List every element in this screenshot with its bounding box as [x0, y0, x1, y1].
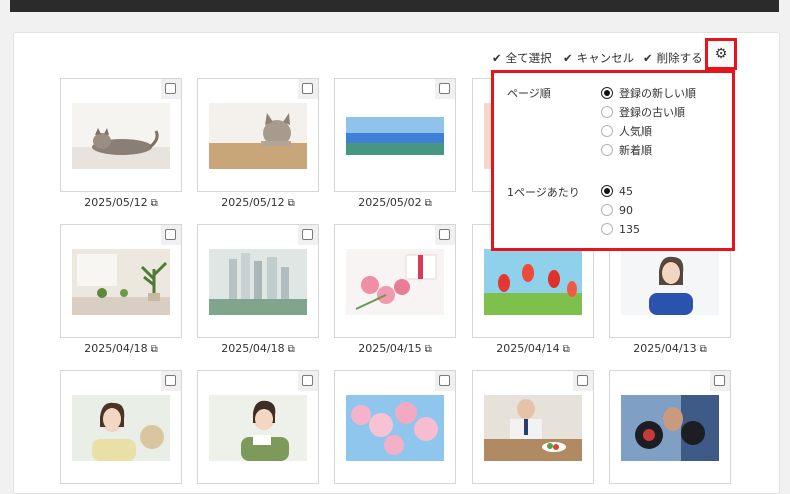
external-link-icon[interactable]: ⧉ — [288, 198, 295, 209]
order-option-oldest[interactable]: 登録の古い順 — [601, 104, 685, 119]
thumbnail-boxing[interactable] — [621, 395, 719, 461]
image-card[interactable] — [472, 370, 594, 484]
external-link-icon[interactable]: ⧉ — [151, 344, 158, 355]
upload-date: 2025/04/18 ⧉ — [84, 342, 158, 355]
per-page-option-45[interactable]: 45 — [601, 185, 633, 199]
radio[interactable] — [601, 204, 613, 216]
image-card[interactable] — [334, 224, 456, 338]
select-checkbox[interactable] — [161, 225, 181, 245]
upload-date: 2025/04/13 ⧉ — [633, 342, 707, 355]
radio[interactable] — [601, 223, 613, 235]
thumbnail-man-eating[interactable] — [484, 395, 582, 461]
image-card[interactable] — [334, 78, 456, 192]
external-link-icon[interactable]: ⧉ — [425, 344, 432, 355]
thumbnail-cherry-blossoms[interactable] — [346, 395, 444, 461]
select-checkbox[interactable] — [298, 371, 318, 391]
image-card[interactable] — [60, 370, 182, 484]
image-card[interactable] — [197, 224, 319, 338]
thumbnail-blue-flowers[interactable] — [346, 103, 444, 169]
select-checkbox[interactable] — [161, 371, 181, 391]
select-checkbox[interactable] — [710, 371, 730, 391]
select-checkbox[interactable] — [435, 371, 455, 391]
gear-icon: ⚙ — [714, 46, 728, 62]
upload-date: 2025/05/12 ⧉ — [84, 196, 158, 209]
thumbnail-tulips[interactable] — [484, 249, 582, 315]
top-bar — [10, 0, 779, 12]
per-page-option-135[interactable]: 135 — [601, 223, 640, 237]
image-card[interactable] — [334, 370, 456, 484]
check-icon: ✔ — [643, 51, 653, 65]
select-checkbox[interactable] — [298, 79, 318, 99]
thumbnail-cat-lying[interactable] — [72, 103, 170, 169]
thumbnail-woman-mirror[interactable] — [72, 395, 170, 461]
settings-dropdown: ページ順 登録の新しい順 登録の古い順 人気順 新着順 1ページあたり 45 9… — [491, 70, 735, 251]
thumbnail-carnations-gift[interactable] — [346, 249, 444, 315]
external-link-icon[interactable]: ⧉ — [425, 198, 432, 209]
upload-date: 2025/04/18 ⧉ — [221, 342, 295, 355]
select-checkbox[interactable] — [573, 371, 593, 391]
delete-button[interactable]: ✔ 削除する — [643, 50, 703, 66]
image-card[interactable] — [197, 78, 319, 192]
cancel-button[interactable]: ✔ キャンセル — [563, 50, 634, 66]
select-checkbox[interactable] — [435, 225, 455, 245]
radio[interactable] — [601, 106, 613, 118]
thumbnail-city-model[interactable] — [209, 249, 307, 315]
thumbnail-woman-headache[interactable] — [621, 249, 719, 315]
select-checkbox[interactable] — [435, 79, 455, 99]
per-page-label: 1ページあたり — [507, 186, 580, 199]
check-icon: ✔ — [563, 51, 573, 65]
radio-selected[interactable] — [601, 185, 613, 197]
radio-selected[interactable] — [601, 87, 613, 99]
order-option-newest[interactable]: 登録の新しい順 — [601, 85, 696, 100]
select-all-button[interactable]: ✔ 全て選択 — [492, 50, 552, 66]
settings-button[interactable]: ⚙ — [705, 38, 737, 70]
external-link-icon[interactable]: ⧉ — [563, 344, 570, 355]
image-card[interactable] — [60, 224, 182, 338]
select-checkbox[interactable] — [298, 225, 318, 245]
order-label: ページ順 — [507, 87, 551, 100]
per-page-option-90[interactable]: 90 — [601, 204, 633, 218]
external-link-icon[interactable]: ⧉ — [700, 344, 707, 355]
thumbnail-cat-shelf[interactable] — [209, 103, 307, 169]
external-link-icon[interactable]: ⧉ — [151, 198, 158, 209]
order-option-recent[interactable]: 新着順 — [601, 142, 652, 157]
upload-date: 2025/04/14 ⧉ — [496, 342, 570, 355]
image-card[interactable] — [609, 370, 731, 484]
upload-date: 2025/05/02 ⧉ — [358, 196, 432, 209]
select-checkbox[interactable] — [161, 79, 181, 99]
radio[interactable] — [601, 125, 613, 137]
external-link-icon[interactable]: ⧉ — [288, 344, 295, 355]
thumbnail-woman-tissue[interactable] — [209, 395, 307, 461]
upload-date: 2025/05/12 ⧉ — [221, 196, 295, 209]
order-option-popular[interactable]: 人気順 — [601, 123, 652, 138]
upload-date: 2025/04/15 ⧉ — [358, 342, 432, 355]
check-icon: ✔ — [492, 51, 502, 65]
image-card[interactable] — [197, 370, 319, 484]
radio[interactable] — [601, 144, 613, 156]
image-card[interactable] — [60, 78, 182, 192]
thumbnail-houseplants[interactable] — [72, 249, 170, 315]
